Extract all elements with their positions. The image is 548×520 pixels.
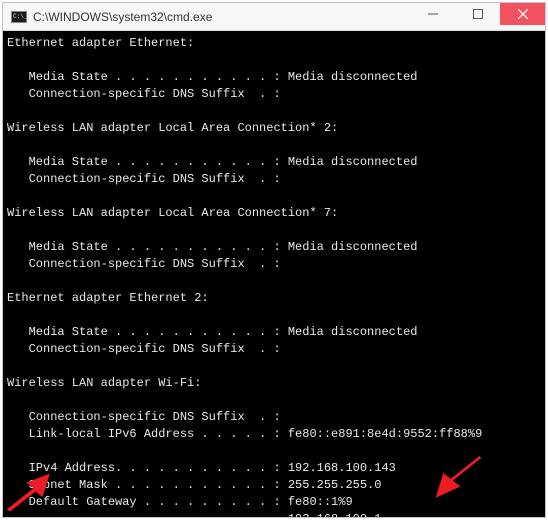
window-title: C:\WINDOWS\system32\cmd.exe xyxy=(33,10,410,24)
cmd-icon xyxy=(11,11,27,23)
minimize-button[interactable] xyxy=(410,3,455,25)
arrow-icon xyxy=(430,456,486,504)
console-output[interactable]: Ethernet adapter Ethernet: Media State .… xyxy=(3,31,545,517)
cmd-window: C:\WINDOWS\system32\cmd.exe Ethernet ada… xyxy=(2,2,546,518)
arrow-icon xyxy=(3,470,55,516)
maximize-button[interactable] xyxy=(455,3,500,25)
window-controls xyxy=(410,3,545,25)
close-button[interactable] xyxy=(500,3,545,25)
titlebar[interactable]: C:\WINDOWS\system32\cmd.exe xyxy=(3,3,545,31)
